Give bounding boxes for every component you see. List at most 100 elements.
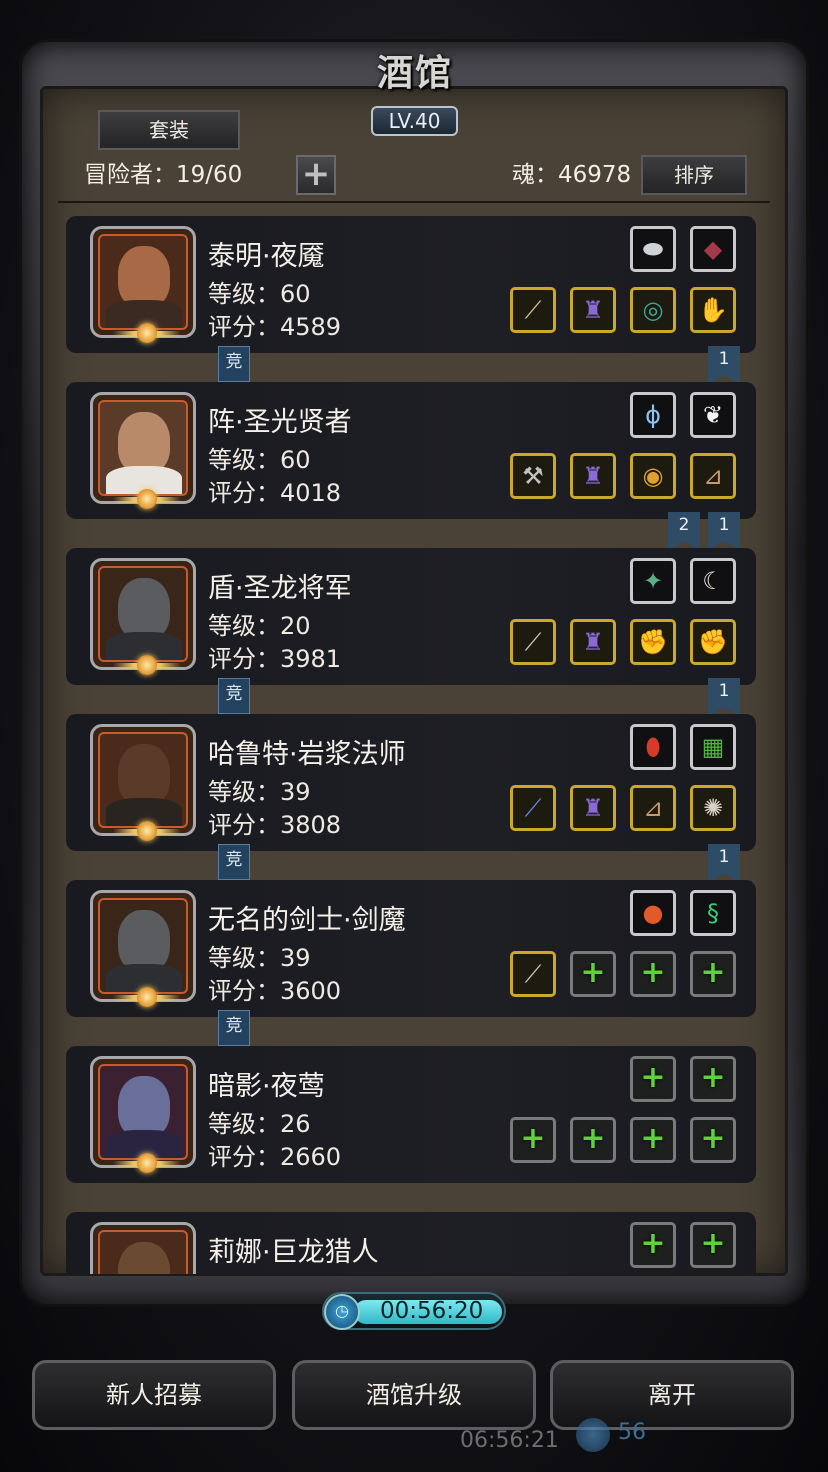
hero-list[interactable]: 泰明·夜魇 等级：60 评分：4589 ⬬ ◆ ⟋ ♜ ◎ ✋ 竞 1 阵·圣光贤者 等级：60 评分：4… [66,216,756,1274]
equipment-slot[interactable]: ♜ [570,287,616,333]
tavern-level-badge: LV.40 [371,106,458,136]
hero-card[interactable]: 泰明·夜魇 等级：60 评分：4589 ⬬ ◆ ⟋ ♜ ◎ ✋ [66,216,756,353]
equipment-slot[interactable]: ♜ [570,785,616,831]
green-dragon-icon: § [707,899,719,927]
empty-slot[interactable]: + [690,1056,736,1102]
empty-slot[interactable]: + [570,1117,616,1163]
red-stone-icon: ⬮ [645,733,661,761]
hero-portrait[interactable] [90,890,196,1007]
empty-slot[interactable]: + [510,1117,556,1163]
set-button[interactable]: 套装 [98,110,240,150]
hero-name: 阵·圣光贤者 [208,407,352,438]
accessory-slot[interactable]: ⬮ [630,724,676,770]
hero-card[interactable]: 暗影·夜莺 等级：26 评分：2660 + + + + + + [66,1046,756,1183]
equipment-slot[interactable]: ♜ [570,619,616,665]
portrait-frame [98,566,188,662]
white-wing-icon: ❦ [702,401,724,429]
plus-icon: + [580,955,606,990]
plus-icon: + [640,1060,666,1095]
rank-crest-icon [137,987,157,1007]
equipment-slot[interactable]: ◎ [630,287,676,333]
equipment-slot[interactable]: ⟋ [510,619,556,665]
hero-portrait[interactable] [90,724,196,841]
team-number-tag: 1 [708,678,740,716]
equipment-slot[interactable]: ✋ [690,287,736,333]
accessory-slot[interactable]: ☾ [690,558,736,604]
dark-pouch-icon: ◆ [703,235,723,263]
plus-icon: + [640,1226,666,1261]
equipment-slot[interactable]: ✊ [690,619,736,665]
page-title: 酒馆 [340,44,490,104]
hero-portrait[interactable] [90,226,196,343]
hero-score: 评分：2660 [208,1143,342,1171]
accessory-slot[interactable]: ⬬ [630,226,676,272]
hero-level: 等级：60 [208,446,311,474]
accessory-slot[interactable]: § [690,890,736,936]
hero-level: 等级：60 [208,280,311,308]
equipment-slot[interactable]: ⟋ [510,951,556,997]
hero-portrait[interactable] [90,392,196,509]
hero-portrait[interactable] [90,1222,196,1274]
plus-icon: + [580,1121,606,1156]
equipment-slot[interactable]: ♜ [570,453,616,499]
hero-card[interactable]: 盾·圣龙将军 等级：20 评分：3981 ✦ ☾ ⟋ ♜ ✊ ✊ [66,548,756,685]
accessory-slot[interactable]: ϕ [630,392,676,438]
background-count: 56 [618,1420,646,1445]
boots-icon: ⊿ [702,462,724,490]
green-scroll-icon: ▦ [701,733,725,761]
sort-button[interactable]: 排序 [641,155,747,195]
hero-card[interactable]: 哈鲁特·岩浆法师 等级：39 评分：3808 ⬮ ▦ ⟋ ♜ ⊿ ✺ [66,714,756,851]
empty-slot[interactable]: + [630,1222,676,1268]
equipment-slot[interactable]: ✺ [690,785,736,831]
upgrade-tavern-button[interactable]: 酒馆升级 [292,1360,536,1430]
accessory-slot[interactable]: ❦ [690,392,736,438]
arena-tag: 竞 [218,678,250,714]
equipment-slot[interactable]: ⊿ [690,453,736,499]
equipment-slot[interactable]: ⟋ [510,785,556,831]
add-adventurer-button[interactable]: + [296,155,336,195]
equipment-slot[interactable]: ⊿ [630,785,676,831]
soul-count: 魂：46978 [512,162,632,188]
rank-crest-icon [137,1153,157,1173]
empty-slot[interactable]: + [690,1117,736,1163]
empty-slot[interactable]: + [630,1056,676,1102]
equipment-slot[interactable]: ◉ [630,453,676,499]
leather-glove-icon: ✋ [698,296,728,324]
empty-slot[interactable]: + [570,951,616,997]
recruit-button[interactable]: 新人招募 [32,1360,276,1430]
hero-portrait[interactable] [90,1056,196,1173]
boots-icon: ⊿ [642,794,664,822]
hero-score: 评分：3981 [208,645,342,673]
accessory-slot[interactable]: ▦ [690,724,736,770]
hero-score: 评分：3600 [208,977,342,1005]
empty-slot[interactable]: + [690,1222,736,1268]
empty-slot[interactable]: + [630,1117,676,1163]
hero-score: 评分：3808 [208,811,342,839]
accessory-slot[interactable]: ● [630,890,676,936]
equipment-slot[interactable]: ✊ [630,619,676,665]
tavern-timer: ◷ 00:56:20 [322,1292,506,1330]
title-text: 酒馆 [376,52,453,94]
hero-score: 评分：4018 [208,479,342,507]
accessory-slot[interactable]: ✦ [630,558,676,604]
hero-card[interactable]: 无名的剑士·剑魔 等级：39 评分：3600 ● § ⟋ + + + [66,880,756,1017]
purple-armor-icon: ♜ [582,462,604,490]
team-number-tag: 2 [668,512,700,550]
rank-crest-icon [137,655,157,675]
hero-level: 等级：39 [208,778,311,806]
empty-slot[interactable]: + [690,951,736,997]
hero-portrait[interactable] [90,558,196,675]
blue-amulet-icon: ϕ [645,401,661,429]
blue-staff-icon: ⟋ [524,794,542,822]
background-clock: 06:56:21 [460,1428,559,1453]
equipment-slot[interactable]: ⚒ [510,453,556,499]
hero-card[interactable]: 阵·圣光贤者 等级：60 评分：4018 ϕ ❦ ⚒ ♜ ◉ ⊿ [66,382,756,519]
equipment-slot[interactable]: ⟋ [510,287,556,333]
accessory-slot[interactable]: ◆ [690,226,736,272]
hero-face [118,1076,170,1138]
blue-gauntlet-icon: ✊ [698,628,728,656]
hero-card[interactable]: 莉娜·巨龙猎人等级 + + [66,1212,756,1274]
adventurer-count: 冒险者：19/60 [84,162,243,188]
plus-icon: + [700,1060,726,1095]
empty-slot[interactable]: + [630,951,676,997]
